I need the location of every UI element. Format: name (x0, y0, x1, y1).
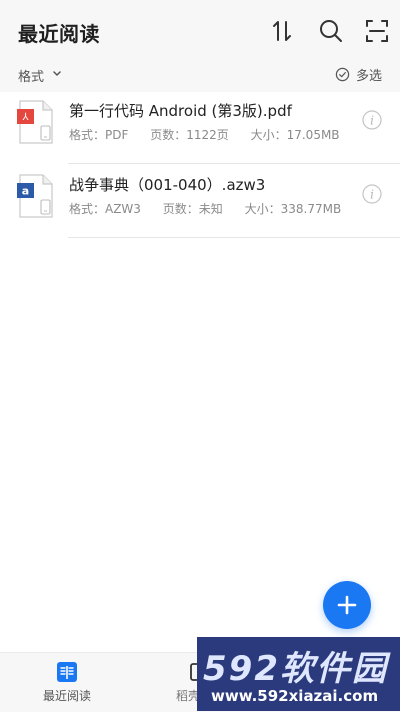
file-name: 战争事典（001-040）.azw3 (69, 176, 266, 194)
svg-text:i: i (370, 114, 374, 128)
check-circle-icon (335, 67, 350, 82)
file-size: 大小：17.05MB (250, 128, 340, 142)
chevron-down-icon[interactable] (52, 69, 62, 79)
file-name: 第一行代码 Android (第3版).pdf (69, 102, 292, 120)
search-icon[interactable] (318, 18, 344, 44)
svg-text:i: i (370, 188, 374, 202)
watermark-brand: 592软件园 (203, 649, 388, 689)
list-item[interactable]: a 战争事典（001-040）.azw3 格式：AZW3 页数：未知 大小：33… (0, 166, 400, 238)
file-meta: 格式：PDF 页数：1122页 大小：17.05MB (69, 126, 358, 143)
file-meta: 格式：AZW3 页数：未知 大小：338.77MB (69, 200, 359, 217)
tab-recent-reading[interactable]: 最近阅读 (27, 661, 107, 704)
format-filter-button[interactable]: 格式 (18, 66, 44, 85)
file-size: 大小：338.77MB (244, 202, 342, 216)
multi-select-label: 多选 (355, 69, 382, 84)
pdf-file-icon: ⅄ (17, 100, 53, 144)
list-item[interactable]: ⅄ 第一行代码 Android (第3版).pdf 格式：PDF 页数：1122… (0, 92, 400, 164)
plus-icon (337, 595, 357, 615)
watermark-logo: 592软件园 www.592xiazai.com (197, 637, 400, 711)
page-title: 最近阅读 (18, 22, 100, 46)
file-pages: 页数：未知 (162, 202, 223, 216)
info-icon[interactable]: i (362, 184, 382, 204)
divider (68, 163, 400, 164)
book-icon (57, 662, 77, 682)
app-header: 最近阅读 (0, 0, 400, 58)
file-format: 格式：AZW3 (69, 202, 141, 216)
file-format: 格式：PDF (69, 128, 129, 142)
file-pages: 页数：1122页 (150, 128, 229, 142)
filter-bar: 格式 多选 (0, 58, 400, 92)
svg-text:a: a (22, 185, 29, 198)
watermark-url: www.592xiazai.com (211, 687, 379, 705)
multi-select-button[interactable]: 多选 (335, 65, 382, 84)
azw3-file-icon: a (17, 174, 53, 218)
sort-icon[interactable] (270, 18, 296, 44)
divider (68, 237, 400, 238)
scan-icon[interactable] (364, 18, 390, 44)
add-file-button[interactable] (323, 581, 371, 629)
info-icon[interactable]: i (362, 110, 382, 130)
svg-text:⅄: ⅄ (22, 112, 29, 123)
tab-label: 最近阅读 (42, 689, 91, 703)
